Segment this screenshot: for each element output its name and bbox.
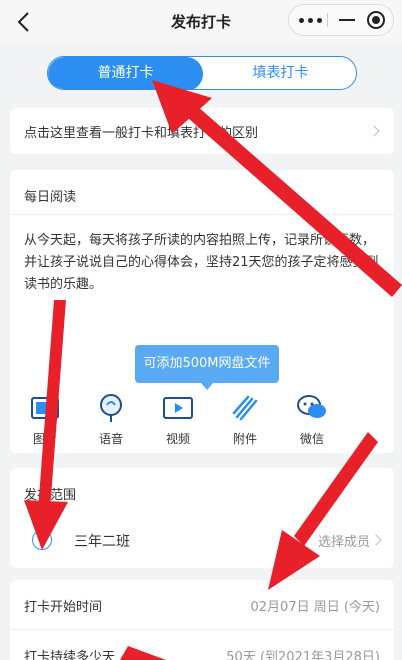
duration-label: 打卡持续多少天 xyxy=(24,650,116,660)
schedule-card: 打卡开始时间 02月07日 周日 (今天) 打卡持续多少天 50天 (到2021… xyxy=(10,580,394,660)
tab-form-checkin[interactable]: 填表打卡 xyxy=(203,57,356,89)
tool-wechat[interactable]: 微信 xyxy=(287,393,337,447)
paperclip-icon xyxy=(232,395,258,421)
class-radio[interactable] xyxy=(32,530,52,550)
tool-video[interactable]: 视频 xyxy=(153,393,203,447)
notice-text: 点击这里查看一般打卡和填表打卡的区别 xyxy=(24,126,259,141)
difference-notice-card[interactable]: 点击这里查看一般打卡和填表打卡的区别 xyxy=(10,108,394,154)
class-name[interactable]: 三年二班 xyxy=(74,531,130,551)
chevron-right-icon xyxy=(370,534,382,546)
duration-value: 50天 (到2021年3月28日) xyxy=(226,650,380,660)
minimize-icon[interactable] xyxy=(339,19,355,21)
tool-label: 附件 xyxy=(232,432,257,446)
start-time-row[interactable]: 打卡开始时间 02月07日 周日 (今天) xyxy=(10,580,394,630)
tool-label: 微信 xyxy=(299,432,324,446)
scope-title: 发布范围 xyxy=(24,488,77,503)
video-icon xyxy=(163,397,193,419)
tool-attachment[interactable]: 附件 xyxy=(220,393,270,447)
tab-normal-checkin[interactable]: 普通打卡 xyxy=(48,57,203,89)
wechat-icon xyxy=(297,395,326,418)
select-members-link[interactable]: 选择成员 xyxy=(318,531,370,550)
task-content-textarea[interactable]: 从今天起，每天将孩子所读的内容拍照上传，记录所读页数，并让孩子说说自己的心得体会… xyxy=(24,230,384,296)
publish-scope-card: 发布范围 三年二班 选择成员 xyxy=(10,468,394,568)
tool-label: 语音 xyxy=(98,432,123,446)
divider xyxy=(10,214,394,215)
tool-label: 图片 xyxy=(32,432,57,446)
cloud-file-tooltip: 可添加500M网盘文件 xyxy=(135,345,279,390)
image-icon xyxy=(31,397,59,419)
checkin-type-tabs: 普通打卡 填表打卡 xyxy=(47,56,357,90)
tool-voice[interactable]: 语音 xyxy=(86,393,136,447)
close-target-icon[interactable] xyxy=(367,11,385,29)
tool-image[interactable]: 图片 xyxy=(20,393,70,447)
mini-program-capsule xyxy=(288,4,394,36)
start-time-label: 打卡开始时间 xyxy=(24,600,103,615)
task-title-input[interactable]: 每日阅读 xyxy=(24,186,76,205)
more-icon[interactable] xyxy=(299,18,323,24)
capsule-divider xyxy=(327,13,328,27)
tool-label: 视频 xyxy=(165,432,190,446)
start-time-value: 02月07日 周日 (今天) xyxy=(250,600,381,615)
chevron-right-icon xyxy=(368,125,380,137)
duration-row[interactable]: 打卡持续多少天 50天 (到2021年3月28日) xyxy=(10,630,394,660)
mic-icon xyxy=(100,394,122,422)
navigation-bar: 发布打卡 xyxy=(0,0,402,44)
